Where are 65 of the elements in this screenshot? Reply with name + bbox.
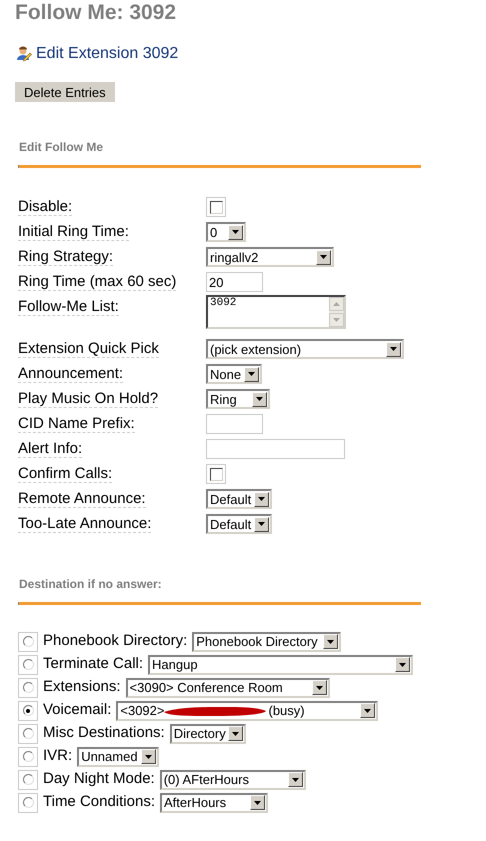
dropdown[interactable]: ringallv2 (206, 247, 334, 267)
dropdown[interactable]: Unnamed (77, 746, 160, 766)
field-label: Disable: (18, 198, 72, 216)
section-heading: Edit Follow Me (18, 138, 104, 156)
radio-button[interactable] (22, 636, 34, 647)
dropdown[interactable]: <3092> (busy) (116, 700, 378, 720)
dropdown-value: <3092> (120, 704, 164, 717)
dropdown[interactable]: Phonebook Directory (192, 632, 342, 652)
dropdown-value: (0) AFterHours (164, 773, 249, 786)
radio-button[interactable] (22, 705, 34, 716)
radio-button[interactable] (22, 659, 34, 670)
text-field[interactable] (206, 414, 263, 434)
field-label: Announcement: (18, 364, 124, 382)
destination-label: Time Conditions: (43, 792, 155, 812)
dropdown[interactable]: (pick extension) (206, 339, 404, 359)
page-title: Follow Me: 3092 (15, 1, 178, 25)
dropdown[interactable]: None (206, 364, 262, 384)
dropdown[interactable]: Hangup (148, 654, 414, 674)
user-edit-icon (16, 46, 32, 62)
text-field[interactable]: 20 (206, 272, 263, 292)
dropdown[interactable]: Default (206, 489, 272, 509)
field-label: Ring Strategy: (18, 248, 114, 266)
dropdown[interactable]: Default (206, 514, 272, 534)
destination-label: IVR: (43, 746, 72, 766)
destination-label: Voicemail: (43, 700, 112, 720)
dropdown[interactable]: AfterHours (160, 792, 268, 812)
dropdown-value: Directory (174, 727, 226, 740)
field-label: Too-Late Announce: (18, 514, 152, 532)
delete-entries-button[interactable]: Delete Entries (15, 82, 115, 102)
destination-label: Terminate Call: (43, 654, 144, 674)
dropdown-value: <3090> Conference Room (130, 681, 283, 694)
field-label: CID Name Prefix: (18, 414, 135, 432)
dropdown-value: Hangup (152, 658, 198, 671)
edit-extension-link[interactable]: Edit Extension 3092 (36, 42, 178, 66)
radio-button[interactable] (22, 797, 34, 808)
field-label: Confirm Calls: (18, 464, 112, 482)
dropdown[interactable]: <3090> Conference Room (126, 678, 330, 698)
dropdown[interactable]: 0 (206, 222, 246, 242)
checkbox[interactable] (206, 464, 226, 484)
field-label: Follow-Me List: (18, 298, 119, 316)
section-heading: Destination if no answer: (18, 576, 163, 592)
field-label: Play Music On Hold? (18, 390, 158, 408)
radio-button[interactable] (22, 682, 34, 693)
radio-button[interactable] (22, 751, 34, 762)
dropdown[interactable]: (0) AFterHours (160, 770, 306, 790)
destination-label: Day Night Mode: (43, 769, 155, 790)
dropdown[interactable]: Ring (206, 389, 270, 409)
destination-label: Phonebook Directory: (43, 631, 188, 652)
field-label: Remote Announce: (18, 490, 146, 508)
dropdown-value: Unnamed (81, 750, 138, 763)
field-label: Alert Info: (18, 440, 82, 458)
dropdown-value: Phonebook Directory (196, 635, 318, 648)
destination-label: Misc Destinations: (43, 723, 165, 744)
dropdown-value: (busy) (268, 704, 305, 717)
field-label: Ring Time (max 60 sec) (18, 272, 176, 290)
checkbox[interactable] (206, 197, 226, 217)
dropdown[interactable]: Directory (170, 724, 246, 744)
dropdown-value: AfterHours (164, 796, 226, 809)
field-label: Initial Ring Time: (18, 222, 129, 240)
text-area[interactable]: 3092 (206, 294, 346, 328)
radio-button[interactable] (22, 774, 34, 785)
field-label: Extension Quick Pick (18, 340, 159, 358)
text-field[interactable] (206, 439, 345, 459)
destination-label: Extensions: (43, 677, 121, 698)
radio-button[interactable] (22, 728, 34, 739)
